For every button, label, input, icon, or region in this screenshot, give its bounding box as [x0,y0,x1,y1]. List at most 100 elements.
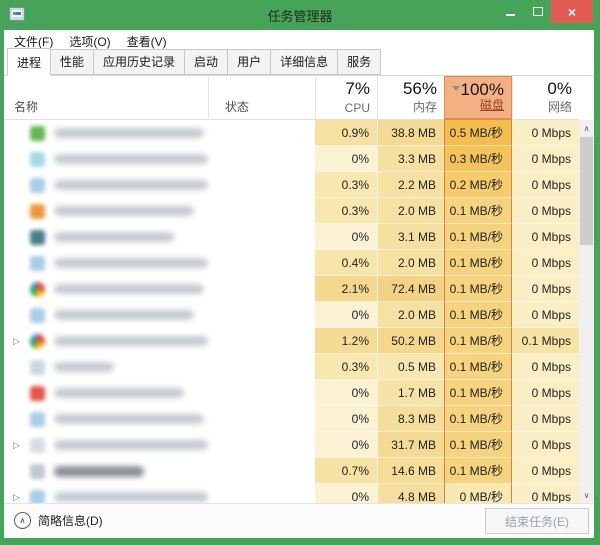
tab-performance[interactable]: 性能 [51,49,94,75]
network-cell: 0 Mbps [512,146,579,172]
disk-cell: 0.3 MB/秒 [444,146,512,172]
end-task-button[interactable]: 结束任务(E) [485,508,589,534]
memory-cell: 3.3 MB [377,146,444,172]
process-name-redacted [54,388,184,398]
network-cell: 0 Mbps [512,276,579,302]
process-name-cell [4,198,208,224]
status-cell [208,484,315,503]
memory-cell: 0.5 MB [377,354,444,380]
network-cell: 0 Mbps [512,250,579,276]
table-row[interactable]: ▷1.2%50.2 MB0.1 MB/秒0.1 Mbps [4,328,579,354]
process-name-cell [4,250,208,276]
disk-cell: 0.1 MB/秒 [444,198,512,224]
process-icon [30,438,45,453]
column-header-name[interactable]: 名称 [4,76,208,120]
process-name-cell [4,120,208,146]
cpu-cell: 0% [315,224,377,250]
disk-cell: 0.2 MB/秒 [444,172,512,198]
cpu-cell: 2.1% [315,276,377,302]
cpu-cell: 0% [315,484,377,503]
scrollbar[interactable]: ∧ ∨ [579,120,594,503]
process-icon [30,204,45,219]
cpu-cell: 0.7% [315,458,377,484]
expander-icon[interactable]: ▷ [13,492,20,503]
scrollbar-thumb[interactable] [580,137,593,245]
process-name-redacted [54,362,114,372]
process-name-redacted [54,336,208,346]
status-cell [208,198,315,224]
disk-cell: 0.1 MB/秒 [444,354,512,380]
process-icon [30,282,45,297]
scroll-up-icon[interactable]: ∧ [579,120,594,136]
disk-cell: 0.1 MB/秒 [444,406,512,432]
tab-services[interactable]: 服务 [338,49,381,75]
tab-users[interactable]: 用户 [228,49,271,75]
status-cell [208,172,315,198]
memory-cell: 72.4 MB [377,276,444,302]
process-name-redacted [54,310,194,320]
process-name-cell [4,302,208,328]
table-row[interactable]: 0.3%2.0 MB0.1 MB/秒0 Mbps [4,198,579,224]
maximize-icon [533,7,543,16]
table-row[interactable]: 0.9%38.8 MB0.5 MB/秒0 Mbps [4,120,579,146]
table-row[interactable]: 0.7%14.6 MB0.1 MB/秒0 Mbps [4,458,579,484]
process-name-redacted [54,128,204,138]
table-row[interactable]: 0%1.7 MB0.1 MB/秒0 Mbps [4,380,579,406]
process-name-redacted [54,232,174,242]
table-row[interactable]: 0.4%2.0 MB0.1 MB/秒0 Mbps [4,250,579,276]
process-name-cell [4,406,208,432]
table-row[interactable]: 0%2.0 MB0.1 MB/秒0 Mbps [4,302,579,328]
column-header-network[interactable]: 0% 网络 [512,76,579,120]
column-header-disk[interactable]: 100% 磁盘 [444,76,512,120]
process-icon [30,386,45,401]
process-name-redacted [54,180,208,190]
tab-details[interactable]: 详细信息 [271,49,338,75]
scroll-down-icon[interactable]: ∨ [579,487,594,503]
table-row[interactable]: 0.3%0.5 MB0.1 MB/秒0 Mbps [4,354,579,380]
expander-icon[interactable]: ▷ [13,440,20,451]
table-row[interactable]: ▷0%4.8 MB0 MB/秒0 Mbps [4,484,579,503]
cpu-cell: 0.3% [315,354,377,380]
menu-view[interactable]: 查看(V) [127,33,167,50]
process-name-redacted [54,414,204,424]
process-icon [30,334,45,349]
column-header-cpu[interactable]: 7% CPU [315,76,377,120]
tab-app-history[interactable]: 应用历史记录 [94,49,185,75]
process-name-cell [4,146,208,172]
status-cell [208,276,315,302]
details-toggle[interactable]: ∧ 简略信息(D) [14,512,103,529]
status-cell [208,120,315,146]
close-button[interactable]: × [551,0,593,23]
task-manager-window: 任务管理器 × 文件(F) 选项(O) 查看(V) 进程 性能 应用历史记录 启… [0,0,600,545]
column-header-memory[interactable]: 56% 内存 [377,76,444,120]
tab-processes[interactable]: 进程 [7,48,51,76]
table-row[interactable]: 0%3.1 MB0.1 MB/秒0 Mbps [4,224,579,250]
disk-cell: 0.1 MB/秒 [444,328,512,354]
cpu-cell: 0% [315,380,377,406]
expander-icon[interactable]: ▷ [13,336,20,347]
table-row[interactable]: 2.1%72.4 MB0.1 MB/秒0 Mbps [4,276,579,302]
table-row[interactable]: ▷0%31.7 MB0.1 MB/秒0 Mbps [4,432,579,458]
network-cell: 0 Mbps [512,432,579,458]
table-row[interactable]: 0%3.3 MB0.3 MB/秒0 Mbps [4,146,579,172]
process-icon [30,490,45,504]
menu-file[interactable]: 文件(F) [14,33,53,50]
process-name-redacted [54,440,208,450]
title-bar[interactable]: 任务管理器 × [0,0,600,30]
process-icon [30,126,45,141]
maximize-button[interactable] [524,0,551,23]
footer: ∧ 简略信息(D) 结束任务(E) [4,503,594,538]
memory-cell: 4.8 MB [377,484,444,503]
menu-options[interactable]: 选项(O) [69,33,110,50]
table-row[interactable]: 0%8.3 MB0.1 MB/秒0 Mbps [4,406,579,432]
process-icon [30,178,45,193]
minimize-button[interactable] [497,0,524,23]
memory-cell: 14.6 MB [377,458,444,484]
process-icon [30,464,45,479]
column-header-status[interactable]: 状态 [208,76,315,120]
tab-startup[interactable]: 启动 [185,49,228,75]
network-cell: 0 Mbps [512,458,579,484]
table-row[interactable]: 0.3%2.2 MB0.2 MB/秒0 Mbps [4,172,579,198]
network-cell: 0 Mbps [512,172,579,198]
process-name-cell [4,172,208,198]
